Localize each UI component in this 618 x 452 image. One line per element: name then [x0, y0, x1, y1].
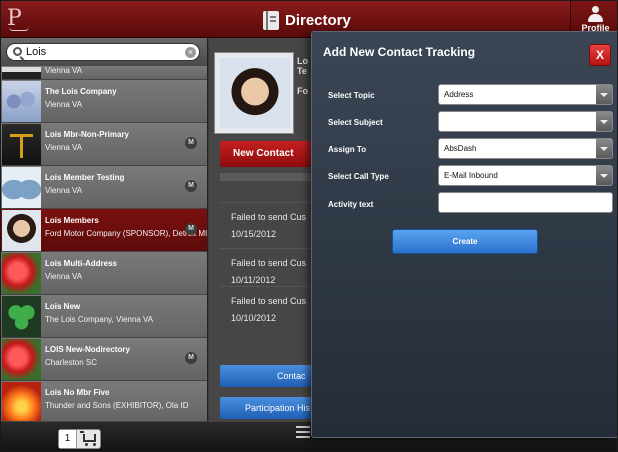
contact-thumbnail: [2, 167, 41, 208]
contact-photo-card: [214, 52, 294, 134]
contact-detail-panel: Lo Te Fo New Contact Failed to send Cus …: [209, 38, 311, 421]
contact-history-button[interactable]: Contac: [220, 365, 311, 387]
menu-list-icon[interactable]: [296, 426, 310, 438]
contact-list-panel: × Vienna VA The Lois Company Vienna VA L…: [1, 38, 208, 421]
topic-value: Address: [444, 90, 474, 99]
member-badge: M: [185, 180, 197, 192]
member-badge: M: [185, 352, 197, 364]
list-item-selected[interactable]: Lois Members Ford Motor Company (SPONSOR…: [1, 209, 208, 252]
contact-list: Vienna VA The Lois Company Vienna VA Loi…: [1, 66, 208, 421]
topic-label: Select Topic: [328, 91, 375, 100]
list-item[interactable]: Lois Member Testing Vienna VA M: [1, 166, 207, 209]
chevron-down-icon: [596, 139, 612, 158]
list-item[interactable]: LOIS New-Nodirectory Charleston SC M: [1, 338, 207, 381]
history-date: 10/15/2012: [231, 229, 277, 239]
contact-name: Lois Members: [45, 216, 99, 225]
title-group: Directory: [263, 9, 351, 31]
assign-select[interactable]: AbsDash: [438, 138, 613, 159]
contact-name: Lois New: [45, 302, 81, 311]
person-icon: [588, 6, 603, 22]
member-badge: M: [185, 223, 197, 235]
contact-subtitle: Charleston SC: [45, 358, 98, 367]
search-box[interactable]: ×: [6, 43, 200, 61]
contact-name: Lois Member Testing: [45, 173, 125, 182]
list-item[interactable]: Vienna VA: [1, 66, 207, 80]
contact-thumbnail: [2, 124, 41, 165]
contact-thumbnail: [2, 81, 41, 122]
history-message: Failed to send Cus: [231, 296, 307, 306]
list-item[interactable]: Lois No Mbr Five Thunder and Sons (EXHIB…: [1, 381, 207, 421]
history-row[interactable]: Failed to send Cus 10/15/2012: [220, 202, 311, 248]
activity-text-input[interactable]: [438, 192, 613, 213]
contact-subtitle: Ford Motor Company (SPONSOR), Detroit MI: [45, 229, 208, 238]
list-item[interactable]: Lois Multi-Address Vienna VA: [1, 252, 207, 295]
page-title: Directory: [285, 11, 351, 29]
contact-thumbnail: [2, 339, 41, 380]
contact-name: Lois No Mbr Five: [45, 388, 110, 397]
contact-thumbnail: [2, 382, 41, 421]
list-item[interactable]: The Lois Company Vienna VA: [1, 80, 207, 123]
search-icon: [13, 47, 22, 56]
cart-button[interactable]: 1: [58, 429, 101, 449]
contact-subtitle: The Lois Company, Vienna VA: [45, 315, 154, 324]
call-type-select[interactable]: E-Mail Inbound: [438, 165, 613, 186]
search-bar: ×: [1, 38, 207, 66]
contact-subtitle: Vienna VA: [45, 143, 83, 152]
history-date: 10/10/2012: [231, 313, 277, 323]
contact-name: Lois Multi-Address: [45, 259, 118, 268]
list-item[interactable]: Lois New The Lois Company, Vienna VA: [1, 295, 207, 338]
contact-name-partial: Lo Te: [297, 56, 308, 76]
topic-select[interactable]: Address: [438, 84, 613, 105]
directory-book-icon: [263, 10, 279, 30]
activity-label: Activity text: [328, 200, 374, 209]
chevron-down-icon: [596, 166, 612, 185]
contact-photo: [220, 58, 290, 128]
create-button[interactable]: Create: [392, 229, 538, 254]
close-button[interactable]: X: [589, 44, 611, 66]
contact-name: The Lois Company: [45, 87, 117, 96]
member-badge: M: [185, 137, 197, 149]
cart-icon: [80, 431, 96, 446]
subject-label: Select Subject: [328, 118, 383, 127]
contact-subtitle: Vienna VA: [45, 66, 83, 75]
assign-value: AbsDash: [444, 144, 477, 153]
clear-search-icon[interactable]: ×: [185, 47, 196, 58]
contact-thumbnail: [2, 67, 41, 79]
chevron-down-icon: [596, 85, 612, 104]
new-contact-button[interactable]: New Contact: [220, 141, 311, 167]
chevron-down-icon: [596, 112, 612, 131]
history-row[interactable]: Failed to send Cus 10/10/2012: [220, 286, 311, 332]
call-type-label: Select Call Type: [328, 172, 389, 181]
contact-subtitle: Thunder and Sons (EXHIBITOR), Ola ID: [45, 401, 189, 410]
history-message: Failed to send Cus: [231, 258, 307, 268]
app-frame: P Directory Profile × Vienna VA Th: [0, 0, 618, 452]
contact-thumbnail: [2, 296, 41, 337]
contact-org-partial: Fo: [297, 86, 308, 96]
cart-count: 1: [59, 430, 77, 448]
contact-thumbnail: [2, 253, 41, 294]
assign-label: Assign To: [328, 145, 367, 154]
divider: [220, 173, 311, 181]
history-date: 10/11/2012: [231, 275, 276, 285]
contact-name: Lois Mbr-Non-Primary: [45, 130, 130, 139]
dialog-title: Add New Contact Tracking: [323, 45, 476, 59]
add-contact-tracking-dialog: Add New Contact Tracking X Select Topic …: [311, 31, 617, 438]
history-message: Failed to send Cus: [231, 212, 307, 222]
participation-history-button[interactable]: Participation His: [220, 397, 311, 419]
subject-select[interactable]: [438, 111, 613, 132]
app-logo[interactable]: P: [7, 5, 31, 33]
call-type-value: E-Mail Inbound: [444, 171, 498, 180]
contact-subtitle: Vienna VA: [45, 100, 83, 109]
contact-name: LOIS New-Nodirectory: [45, 345, 130, 354]
search-input[interactable]: [26, 45, 176, 59]
contact-subtitle: Vienna VA: [45, 272, 83, 281]
contact-subtitle: Vienna VA: [45, 186, 83, 195]
list-item[interactable]: Lois Mbr-Non-Primary Vienna VA M: [1, 123, 207, 166]
contact-thumbnail: [2, 210, 41, 251]
